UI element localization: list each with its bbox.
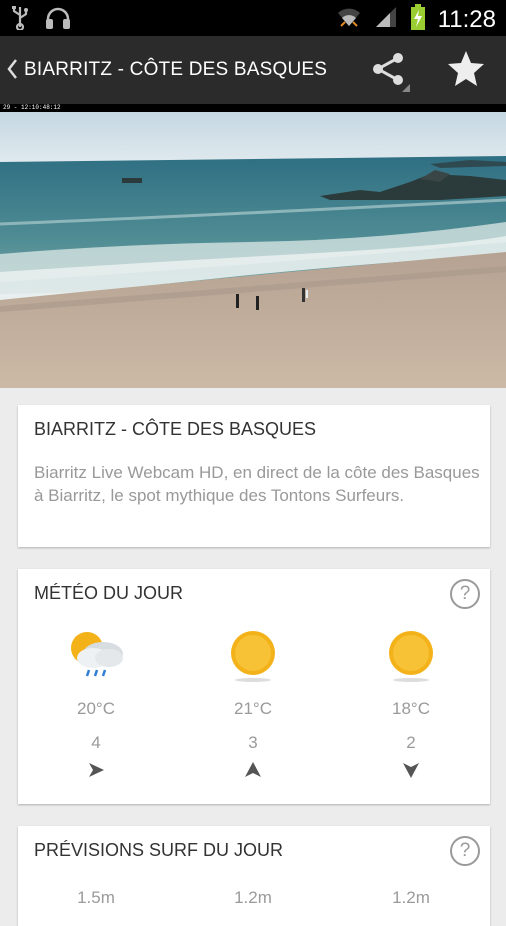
forecast-wind-speed: 4 [91, 733, 101, 752]
clock: 11:28 [437, 5, 496, 33]
status-bar: 11:28 [0, 0, 506, 36]
spot-description: Biarritz Live Webcam HD, en direct de la… [34, 463, 480, 505]
forecast-temperature: 20°C [77, 699, 115, 718]
forecast-temperature: 18°C [392, 699, 430, 718]
wind-direction-south-icon [346, 761, 476, 783]
forecast-wind-speed: 2 [406, 733, 416, 752]
weather-title: MÉTÉO DU JOUR [34, 583, 184, 603]
weather-card: MÉTÉO DU JOUR ? 20°C 4 21°C 3 18°C 2 [18, 569, 490, 804]
wave-height: 1.2m [234, 888, 272, 907]
surf-help-button[interactable]: ? [450, 836, 480, 866]
surf-forecast-card: PRÉVISIONS SURF DU JOUR ? 1.5m 1.2m 1.2m [18, 826, 490, 926]
page-title: BIARRITZ - CÔTE DES BASQUES [24, 59, 328, 80]
webcam-image[interactable]: 29 - 12:10:48:12 [0, 104, 506, 388]
webcam-timestamp: 29 - 12:10:48:12 [3, 104, 61, 111]
wind-direction-north-icon [188, 761, 318, 783]
weather-help-button[interactable]: ? [450, 579, 480, 609]
battery-icon [410, 4, 426, 35]
wind-direction-east-icon [31, 761, 161, 783]
share-icon[interactable] [370, 52, 412, 97]
forecast-column: 20°C 4 [31, 625, 161, 783]
wave-height: 1.2m [392, 888, 430, 907]
wave-height: 1.5m [77, 888, 115, 907]
spot-info-card: BIARRITZ - CÔTE DES BASQUES Biarritz Liv… [18, 405, 490, 547]
sun-icon [188, 625, 318, 687]
spot-title: BIARRITZ - CÔTE DES BASQUES [34, 419, 317, 439]
forecast-column: 18°C 2 [346, 625, 476, 783]
forecast-column: 21°C 3 [188, 625, 318, 783]
forecast-wind-speed: 3 [248, 733, 258, 752]
star-icon[interactable] [446, 50, 486, 93]
wifi-icon [336, 6, 362, 33]
surf-title: PRÉVISIONS SURF DU JOUR [34, 840, 284, 860]
sun-icon [346, 625, 476, 687]
usb-icon [10, 6, 30, 35]
forecast-temperature: 21°C [234, 699, 272, 718]
headset-icon [44, 6, 72, 35]
back-icon[interactable] [6, 58, 18, 85]
action-bar: BIARRITZ - CÔTE DES BASQUES [0, 36, 506, 104]
cloud-rain-sun-icon [31, 625, 161, 687]
beach-scene [0, 104, 506, 388]
signal-icon [374, 5, 398, 34]
